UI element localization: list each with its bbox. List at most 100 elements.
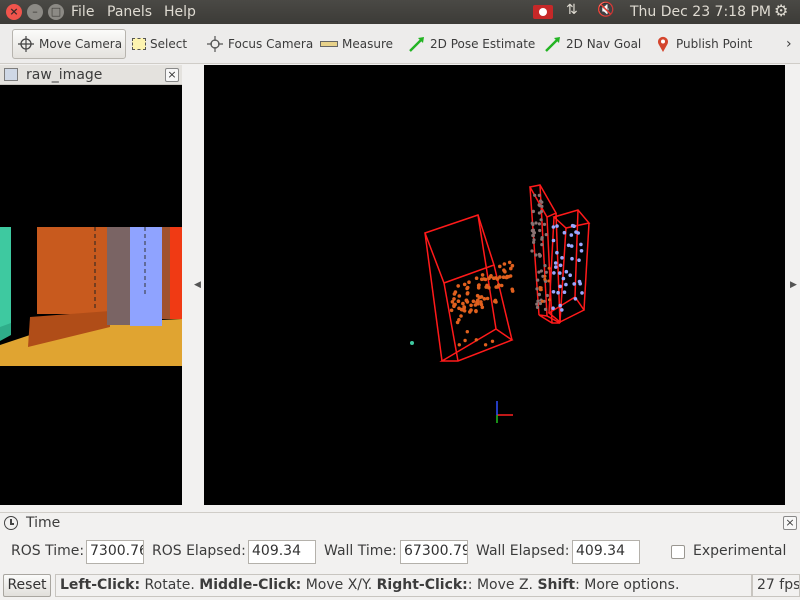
point-gray (533, 193, 537, 197)
bounding-box-orange-edge (477, 214, 497, 330)
clock-icon (4, 516, 18, 530)
3d-render-view[interactable] (204, 65, 785, 505)
point-orange (457, 318, 461, 322)
point-blue (558, 284, 562, 289)
point-gray (537, 252, 541, 256)
ros-time-field[interactable]: 7300.76 (86, 540, 144, 564)
measure-tool[interactable]: Measure (316, 29, 397, 59)
point-gray (544, 233, 548, 237)
point-orange (474, 309, 478, 313)
2d-pose-estimate-label: 2D Pose Estimate (430, 37, 536, 51)
green-arrow-icon (544, 35, 562, 53)
focus-camera-tool[interactable]: Focus Camera (202, 29, 317, 59)
window-maximize-button[interactable]: □ (48, 4, 64, 20)
clock[interactable]: Thu Dec 23 7:18 PM (630, 4, 771, 20)
point-orange (469, 303, 473, 308)
point-orange (484, 285, 489, 289)
measure-icon (320, 41, 338, 47)
point-blue (568, 273, 572, 277)
point-gray (535, 305, 540, 309)
menu-panels[interactable]: Panels (107, 4, 152, 20)
point-gray (536, 278, 540, 282)
window-close-button[interactable]: × (6, 4, 22, 20)
ros-time-label: ROS Time: (11, 543, 85, 559)
point-orange (449, 308, 454, 313)
point-gray (542, 222, 547, 226)
raw-image-panel-close-button[interactable]: × (165, 68, 179, 82)
point-orange (482, 277, 486, 281)
point-orange (480, 305, 485, 310)
toolbar-overflow-button[interactable]: › (786, 36, 792, 52)
network-arrows-icon[interactable]: ⇅ (566, 2, 578, 18)
point-blue (561, 276, 566, 281)
point-orange (456, 299, 461, 303)
gear-icon[interactable]: ⚙ (774, 1, 788, 20)
point-gray (545, 293, 549, 298)
point-orange (482, 297, 487, 301)
point-orange (547, 298, 551, 302)
point-orange (465, 285, 470, 290)
scene-svg (410, 184, 591, 423)
hint-shift-action: : More options. (575, 577, 680, 593)
point-orange (494, 285, 499, 289)
tool-bar: Move Camera Select Focus Camera Measure … (0, 24, 800, 64)
ros-elapsed-label: ROS Elapsed: (152, 543, 246, 559)
top-menu-bar: × – □ File Panels Help ⇅ 🔇 Thu Dec 23 7:… (0, 0, 800, 24)
hint-middle-click: Middle-Click: (199, 577, 302, 593)
focus-camera-label: Focus Camera (228, 37, 314, 51)
wall-time-field[interactable]: 67300.79 (400, 540, 468, 564)
window-minimize-button[interactable]: – (27, 4, 43, 20)
point-gray (544, 270, 548, 274)
menu-file[interactable]: File (71, 4, 94, 20)
point-blue (551, 306, 555, 310)
volume-muted-icon[interactable]: 🔇 (597, 2, 614, 18)
publish-point-tool[interactable]: Publish Point (650, 29, 756, 59)
hint-right-action: : Move Z. (467, 577, 538, 593)
experimental-checkbox[interactable] (671, 545, 685, 559)
point-blue (560, 308, 564, 312)
point-orange (490, 339, 495, 343)
collapse-left-arrow-icon[interactable]: ◀ (194, 280, 201, 290)
status-bar: Reset Left-Click: Rotate. Middle-Click: … (0, 570, 800, 600)
point-orange (488, 274, 493, 279)
wall-elapsed-field[interactable]: 409.34 (572, 540, 640, 564)
focus-camera-icon (206, 35, 224, 53)
point-orange (485, 296, 490, 301)
ros-elapsed-field[interactable]: 409.34 (248, 540, 316, 564)
2d-pose-estimate-tool[interactable]: 2D Pose Estimate (404, 29, 539, 59)
camera-building-blue (130, 227, 162, 326)
time-panel-close-button[interactable]: × (783, 516, 797, 530)
point-orange (462, 282, 467, 287)
record-icon[interactable] (533, 5, 553, 19)
point-gray (543, 307, 548, 311)
point-orange (471, 299, 476, 304)
hint-right-click: Right-Click: (376, 577, 468, 593)
move-camera-tool[interactable]: Move Camera (12, 29, 126, 59)
point-orange (543, 277, 547, 281)
point-orange (480, 273, 485, 277)
menu-help[interactable]: Help (164, 4, 196, 20)
raw-image-panel-title: raw_image (26, 67, 103, 83)
point-gray (537, 270, 541, 274)
2d-nav-goal-tool[interactable]: 2D Nav Goal (540, 29, 645, 59)
point-orange (510, 263, 515, 268)
point-gray (537, 222, 541, 226)
point-gray (535, 302, 539, 306)
point-blue (580, 291, 584, 295)
point-orange (474, 276, 479, 280)
bounding-box-blue-edge (583, 222, 590, 311)
hint-shift: Shift (537, 577, 576, 593)
point-gray (531, 234, 535, 238)
point-orange (494, 300, 498, 304)
move-camera-label: Move Camera (39, 37, 123, 51)
bounding-box-blue-edge (559, 227, 567, 323)
point-gray (532, 231, 536, 235)
bounding-box-orange-edge (424, 232, 443, 362)
reset-button[interactable]: Reset (3, 574, 51, 597)
collapse-right-arrow-icon[interactable]: ▶ (790, 280, 797, 290)
point-blue (552, 271, 556, 275)
image-icon (4, 68, 18, 81)
select-tool[interactable]: Select (128, 29, 191, 59)
point-orange (543, 274, 547, 278)
point-blue (564, 282, 568, 287)
